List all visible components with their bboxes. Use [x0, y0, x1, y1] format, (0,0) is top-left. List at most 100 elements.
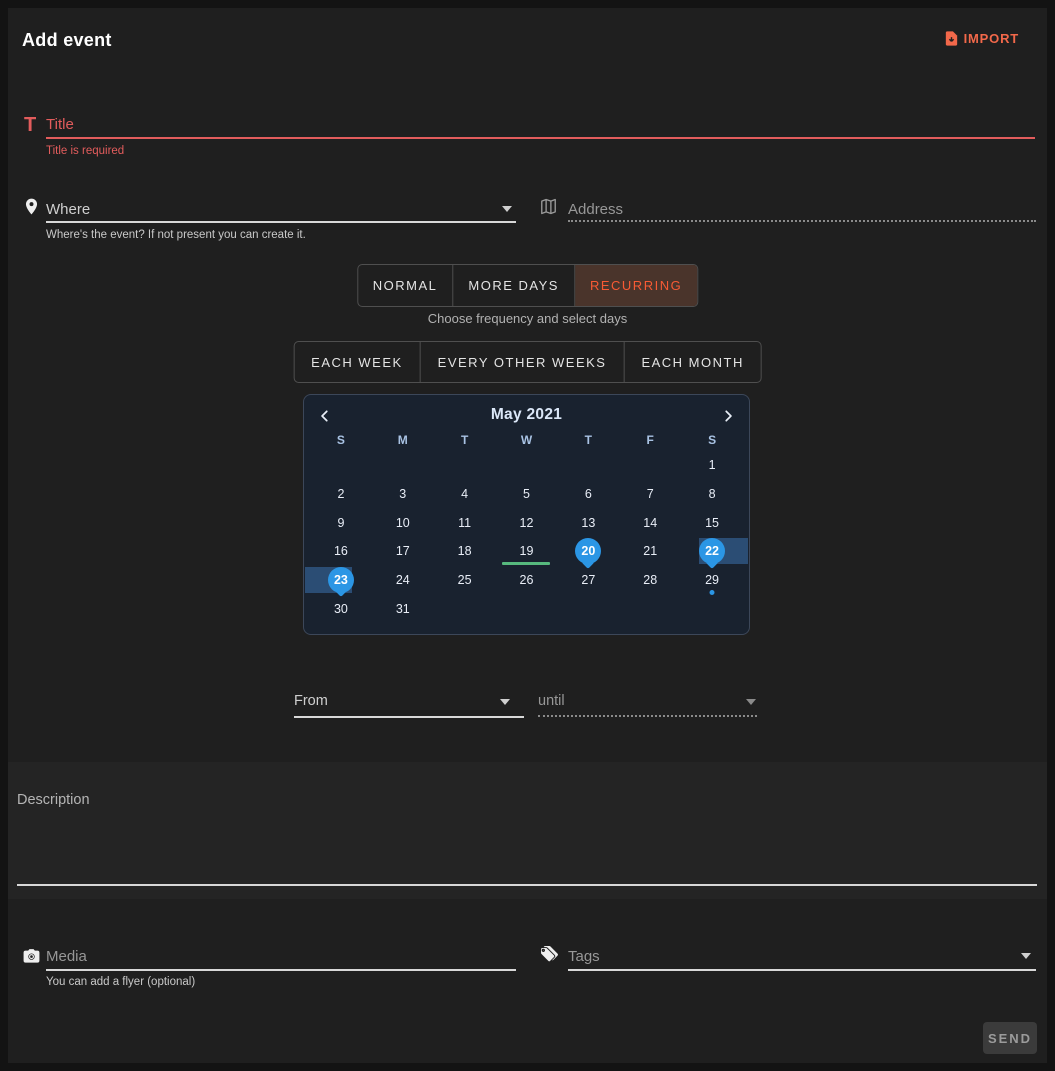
tab-more-days[interactable]: MORE DAYS — [453, 265, 575, 306]
calendar-weekday-label: W — [496, 433, 558, 451]
calendar-day-16[interactable]: 16 — [310, 537, 372, 566]
address-input[interactable]: Address — [568, 201, 623, 218]
calendar-day-9[interactable]: 9 — [310, 508, 372, 537]
calendar-day-29[interactable]: 29 — [681, 566, 743, 595]
until-underline — [538, 715, 757, 717]
until-select[interactable]: until — [538, 693, 565, 709]
import-button[interactable]: IMPORT — [943, 30, 1019, 47]
calendar-day-31[interactable]: 31 — [372, 594, 434, 623]
description-section[interactable]: Description — [8, 762, 1047, 899]
calendar-day-number: 17 — [396, 544, 410, 558]
tab-normal[interactable]: NORMAL — [358, 265, 454, 306]
until-dropdown-icon — [746, 699, 756, 705]
calendar-day-4[interactable]: 4 — [434, 480, 496, 509]
map-icon — [539, 197, 558, 221]
where-dropdown-icon[interactable] — [502, 206, 512, 212]
calendar-day-number: 19 — [520, 544, 534, 558]
calendar-weekday-row: SMTWTFS — [304, 433, 749, 451]
tags-icon — [539, 946, 558, 970]
frequency-every-other-weeks[interactable]: EVERY OTHER WEEKS — [421, 342, 625, 382]
calendar-day-2[interactable]: 2 — [310, 480, 372, 509]
calendar-day-18[interactable]: 18 — [434, 537, 496, 566]
calendar-day-19[interactable]: 19 — [496, 537, 558, 566]
calendar-day-number: 9 — [337, 516, 344, 530]
calendar-day-23[interactable]: 23 — [310, 566, 372, 595]
calendar-day-6[interactable]: 6 — [557, 480, 619, 509]
calendar-day-number: 3 — [399, 487, 406, 501]
calendar-day-number: 10 — [396, 516, 410, 530]
from-select[interactable]: From — [294, 693, 328, 709]
calendar-day-21[interactable]: 21 — [619, 537, 681, 566]
calendar-day-number: 7 — [647, 487, 654, 501]
calendar-weekday-label: S — [310, 433, 372, 451]
calendar-day-24[interactable]: 24 — [372, 566, 434, 595]
title-underline — [46, 137, 1035, 139]
calendar-empty-cell — [496, 594, 558, 623]
calendar-day-number: 26 — [520, 573, 534, 587]
calendar-day-25[interactable]: 25 — [434, 566, 496, 595]
calendar-day-11[interactable]: 11 — [434, 508, 496, 537]
calendar-day-number: 15 — [705, 516, 719, 530]
title-input[interactable]: Title — [46, 116, 74, 133]
calendar-day-number: 25 — [458, 573, 472, 587]
tags-select[interactable]: Tags — [568, 948, 600, 965]
calendar-day-14[interactable]: 14 — [619, 508, 681, 537]
calendar-weekday-label: S — [681, 433, 743, 451]
calendar-week-row: 23 24 25 26 272829 — [304, 566, 749, 595]
from-dropdown-icon[interactable] — [500, 699, 510, 705]
calendar: May 2021 SMTWTFS 12345678910111213141516… — [303, 394, 750, 635]
calendar-day-3[interactable]: 3 — [372, 480, 434, 509]
calendar-day-28[interactable]: 28 — [619, 566, 681, 595]
calendar-day-number: 23 — [328, 567, 354, 593]
calendar-day-26[interactable]: 26 — [496, 566, 558, 595]
calendar-day-number: 31 — [396, 602, 410, 616]
calendar-day-8[interactable]: 8 — [681, 480, 743, 509]
calendar-day-12[interactable]: 12 — [496, 508, 558, 537]
tab-recurring[interactable]: RECURRING — [575, 265, 697, 306]
tags-dropdown-icon[interactable] — [1021, 953, 1031, 959]
calendar-weekday-label: M — [372, 433, 434, 451]
calendar-day-20[interactable]: 20 — [557, 537, 619, 566]
calendar-week-row: 9 10 11 121314 15 — [304, 508, 749, 537]
calendar-day-5[interactable]: 5 — [496, 480, 558, 509]
calendar-day-15[interactable]: 15 — [681, 508, 743, 537]
calendar-day-number: 6 — [585, 487, 592, 501]
calendar-day-1[interactable]: 1 — [681, 451, 743, 480]
frequency-options: EACH WEEKEVERY OTHER WEEKSEACH MONTH — [293, 341, 762, 383]
calendar-weekday-label: T — [434, 433, 496, 451]
calendar-prev-button[interactable] — [314, 405, 336, 427]
frequency-each-week[interactable]: EACH WEEK — [294, 342, 421, 382]
title-icon: T — [24, 114, 36, 137]
location-pin-icon — [22, 197, 41, 221]
media-input[interactable]: Media — [46, 948, 87, 965]
frequency-each-month[interactable]: EACH MONTH — [624, 342, 760, 382]
calendar-day-number: 11 — [458, 516, 471, 530]
calendar-grid: 1234567891011121314151617181920212223242… — [304, 451, 749, 623]
where-helper-text: Where's the event? If not present you ca… — [46, 229, 306, 241]
media-helper-text: You can add a flyer (optional) — [46, 976, 195, 988]
calendar-day-10[interactable]: 10 — [372, 508, 434, 537]
calendar-day-22[interactable]: 22 — [681, 537, 743, 566]
calendar-day-number: 30 — [334, 602, 348, 616]
media-underline — [46, 969, 516, 971]
calendar-day-number: 24 — [396, 573, 410, 587]
calendar-day-number: 5 — [523, 487, 530, 501]
calendar-day-7[interactable]: 7 — [619, 480, 681, 509]
send-button[interactable]: SEND — [983, 1022, 1037, 1054]
calendar-day-number: 18 — [458, 544, 472, 558]
calendar-empty-cell — [619, 451, 681, 480]
calendar-day-27[interactable]: 27 — [557, 566, 619, 595]
title-error-text: Title is required — [46, 145, 124, 157]
description-input[interactable]: Description — [17, 792, 90, 808]
from-underline — [294, 716, 524, 718]
import-label: IMPORT — [964, 31, 1019, 46]
calendar-day-30[interactable]: 30 — [310, 594, 372, 623]
calendar-empty-cell — [434, 594, 496, 623]
where-select[interactable]: Where — [46, 201, 90, 218]
calendar-next-button[interactable] — [717, 405, 739, 427]
calendar-day-13[interactable]: 13 — [557, 508, 619, 537]
calendar-weekday-label: F — [619, 433, 681, 451]
import-file-icon — [943, 30, 960, 47]
calendar-day-17[interactable]: 17 — [372, 537, 434, 566]
calendar-day-number: 16 — [334, 544, 348, 558]
